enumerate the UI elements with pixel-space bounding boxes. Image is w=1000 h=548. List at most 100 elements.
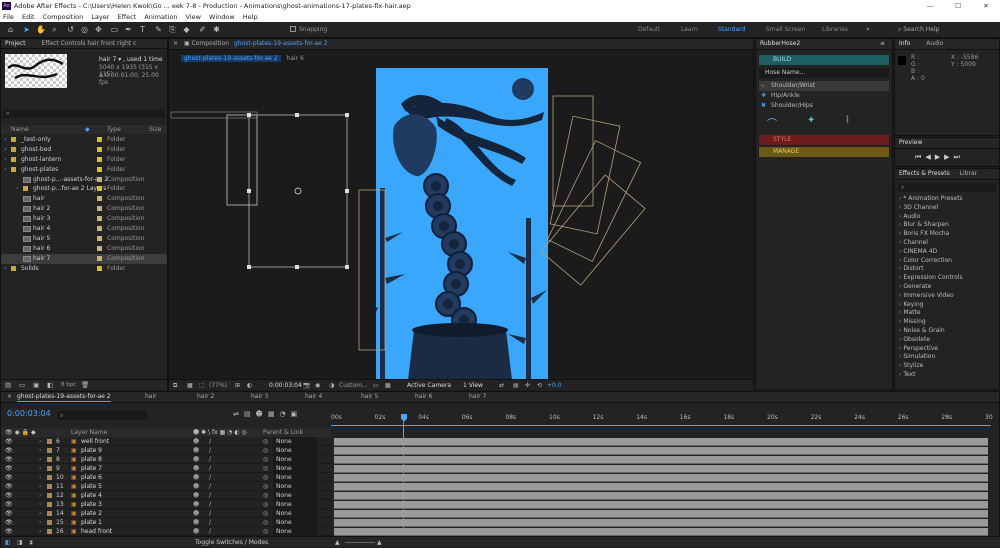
parent-dropdown[interactable]: None (273, 464, 317, 472)
tab-info[interactable]: Info (899, 40, 910, 47)
shy-switch-icon[interactable]: ☻ (193, 464, 199, 473)
puppet-tool-icon[interactable]: ✱ (212, 25, 221, 34)
label-color-icon[interactable] (47, 502, 52, 507)
quality-switch-icon[interactable]: / (209, 527, 211, 536)
timeline-tab-hair2[interactable]: hair 2 (197, 392, 214, 402)
menu-animation[interactable]: Animation (144, 13, 177, 21)
layer-name[interactable]: plate 4 (81, 491, 102, 500)
quality-switch-icon[interactable]: / (209, 482, 211, 491)
comp-flowchart-icon[interactable]: ⇌ (233, 410, 244, 418)
snapshot-icon[interactable]: 📷 (303, 380, 310, 391)
shy-switch-icon[interactable]: ☻ (193, 491, 199, 500)
expand-chevron-icon[interactable]: › (4, 145, 6, 155)
visibility-eye-icon[interactable]: 👁 (5, 482, 13, 491)
menu-file[interactable]: File (3, 13, 14, 21)
workspace-standard[interactable]: Standard (718, 26, 745, 33)
label-color-icon[interactable] (47, 493, 52, 498)
expand-chevron-icon[interactable]: › (39, 446, 41, 455)
project-item[interactable]: ghost-p...-assets-for-ae 2 Composition (1, 175, 167, 185)
project-item[interactable]: hair 5 Composition (1, 234, 167, 244)
play-icon[interactable]: ▶ (935, 153, 944, 161)
pen-tool-icon[interactable]: ✒ (124, 25, 133, 34)
in-out-icon[interactable]: ⧗ (29, 537, 33, 548)
type-tool-icon[interactable]: T (138, 25, 147, 34)
label-color-icon[interactable] (47, 448, 52, 453)
expand-chevron-icon[interactable]: › (39, 491, 41, 500)
menu-composition[interactable]: Composition (43, 13, 84, 21)
pickwhip-icon[interactable]: ◎ (263, 446, 268, 455)
tab-effect-controls[interactable]: Effect Controls hair front right c (41, 40, 136, 47)
parent-dropdown[interactable]: None (273, 527, 317, 535)
label-color-icon[interactable] (47, 439, 52, 444)
graph-editor-icon[interactable]: ▣ (291, 410, 303, 418)
menu-effect[interactable]: Effect (118, 13, 137, 21)
roto-tool-icon[interactable]: ✐ (198, 25, 207, 34)
timeline-timecode[interactable]: 0:00:03:04 (7, 409, 51, 418)
pan-behind-tool-icon[interactable]: ✥ (94, 25, 103, 34)
expand-chevron-icon[interactable]: › (39, 500, 41, 509)
label-color-icon[interactable] (47, 511, 52, 516)
visibility-eye-icon[interactable]: 👁 (5, 527, 13, 536)
expand-chevron-icon[interactable]: › (4, 155, 6, 165)
exposure-value[interactable]: +0.0 (547, 380, 562, 391)
layer-duration-bar[interactable] (334, 446, 988, 455)
prev-frame-icon[interactable]: ◀ (925, 153, 934, 161)
project-item[interactable]: › ghost-plates Folder (1, 165, 167, 175)
visibility-eye-icon[interactable]: 👁 (5, 491, 13, 500)
quality-switch-icon[interactable]: / (209, 473, 211, 482)
panel-menu-icon[interactable]: ≡ (880, 39, 885, 49)
shy-switch-icon[interactable]: ☻ (193, 446, 199, 455)
project-item[interactable]: › ghost-p...for-ae 2 Layers Folder (1, 184, 167, 194)
option-hip-ankle[interactable]: ✚ Hip/Ankle (759, 91, 889, 101)
rubberhose-title[interactable]: RubberHose2 (760, 40, 800, 47)
show-snapshot-icon[interactable]: ◉ (315, 380, 320, 391)
new-composition-icon[interactable]: ▣ (33, 381, 39, 389)
layer-row[interactable]: 👁 › 13 ▣ plate 3 ☻ / ◎ None (1, 500, 331, 509)
tab-preview[interactable]: Preview (899, 139, 922, 146)
visibility-eye-icon[interactable]: 👁 (5, 446, 13, 455)
pickwhip-icon[interactable]: ◎ (263, 473, 268, 482)
rectangle-tool-icon[interactable]: ▭ (110, 25, 119, 34)
motion-blur-icon[interactable]: ◔ (279, 410, 290, 418)
label-color-icon[interactable] (97, 156, 102, 162)
layer-row[interactable]: 👁 › 6 ▣ well front ☻ / ◎ None (1, 437, 331, 446)
toggle-switches-modes[interactable]: Toggle Switches / Modes (195, 537, 268, 548)
effect-category[interactable]: CINEMA 4D (895, 248, 999, 257)
expand-chevron-icon[interactable]: › (39, 455, 41, 464)
pickwhip-icon[interactable]: ◎ (263, 464, 268, 473)
label-color-icon[interactable] (97, 216, 102, 222)
layer-duration-bar[interactable] (334, 482, 988, 491)
visibility-eye-icon[interactable]: 👁 (5, 464, 13, 473)
comp-timecode[interactable]: 0:00:03:04 (269, 380, 302, 391)
minimize-button[interactable]: — (916, 0, 944, 12)
last-frame-icon[interactable]: ⏭ (953, 153, 963, 161)
label-color-icon[interactable] (97, 245, 102, 251)
shy-switch-icon[interactable]: ☻ (193, 437, 199, 446)
expand-chevron-icon[interactable]: › (16, 184, 18, 194)
rotate-tool-icon[interactable]: ↺ (66, 25, 75, 34)
bpc-indicator[interactable]: 8 bpc (61, 382, 76, 388)
time-ruler[interactable]: 00s 02s 04s 06s 08s 10s 12s 14s 16s 18s 20s 22s 24s 2… (331, 414, 993, 426)
layer-name[interactable]: plate 8 (81, 455, 102, 464)
label-color-icon[interactable] (97, 265, 102, 271)
comp-canvas[interactable] (376, 68, 548, 380)
expand-chevron-icon[interactable]: › (4, 165, 6, 175)
column-size[interactable]: Size (149, 125, 161, 134)
pickwhip-icon[interactable]: ◎ (263, 527, 268, 536)
parent-dropdown[interactable]: None (273, 491, 317, 499)
hose-leg-preset-icon[interactable]: ✦ (807, 115, 815, 126)
zoom-in-icon[interactable]: ▲ (377, 537, 382, 548)
effect-category[interactable]: Immersive Video (895, 292, 999, 301)
layer-row[interactable]: 👁 › 11 ▣ plate 5 ☻ / ◎ None (1, 482, 331, 491)
maximize-button[interactable]: ☐ (944, 0, 972, 12)
project-item[interactable]: hair 3 Composition (1, 214, 167, 224)
menu-layer[interactable]: Layer (91, 13, 109, 21)
build-button[interactable]: BUILD (759, 55, 889, 65)
layer-name[interactable]: plate 1 (81, 518, 102, 527)
layer-duration-bar[interactable] (334, 518, 988, 527)
timeline-search-input[interactable]: ⌕ (57, 411, 147, 420)
menu-view[interactable]: View (186, 13, 201, 21)
effect-category[interactable]: Boris FX Mocha (895, 230, 999, 239)
transfer-controls-icon[interactable]: ◨ (17, 537, 23, 548)
timeline-tab-hair5[interactable]: hair 5 (361, 392, 378, 402)
